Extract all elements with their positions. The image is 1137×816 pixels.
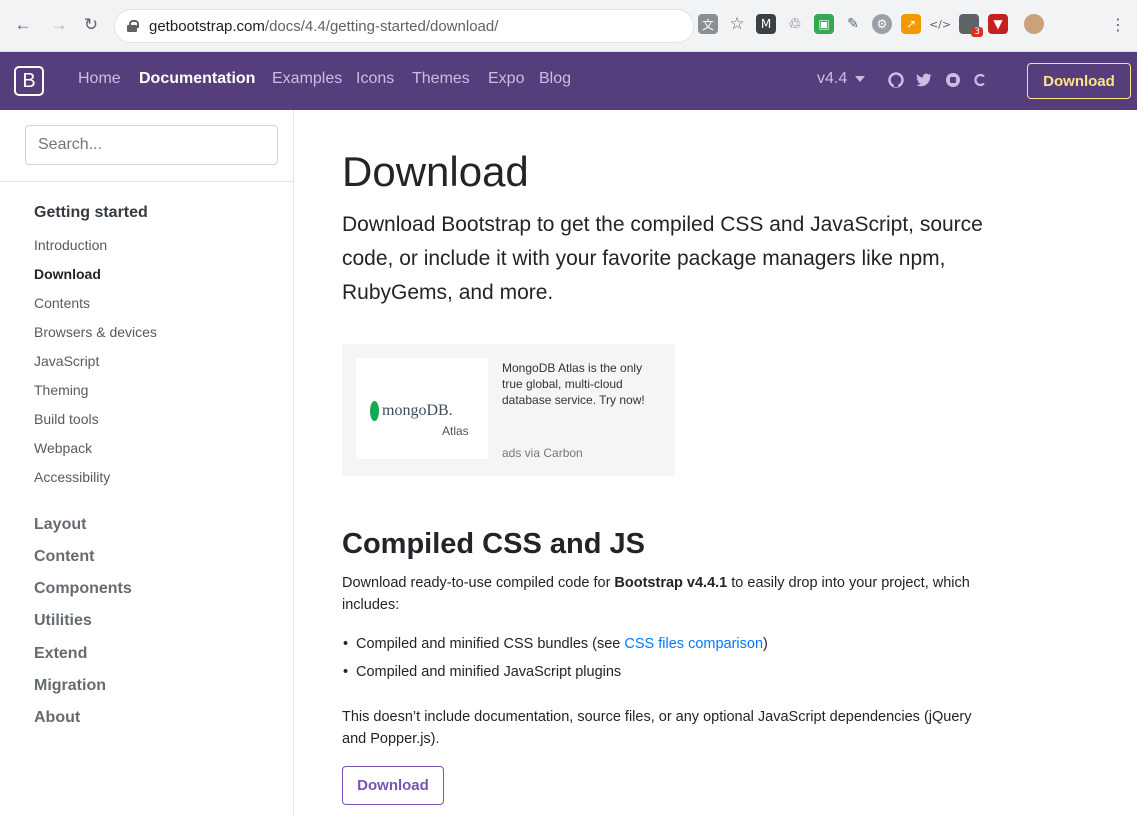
translate-icon[interactable]: 文 xyxy=(698,14,718,34)
mongodb-leaf-icon xyxy=(370,401,379,421)
nav-blog[interactable]: Blog xyxy=(539,70,571,88)
note-paragraph: This doesn’t include documentation, sour… xyxy=(342,709,972,747)
forward-arrow-icon[interactable]: → xyxy=(48,14,70,36)
sidebar-item-theming[interactable]: Theming xyxy=(34,382,88,398)
extension-chart-icon[interactable]: ↗ xyxy=(901,14,921,34)
browser-toolbar: ← → ↻ getbootstrap.com/docs/4.4/getting-… xyxy=(0,0,1137,52)
code-icon[interactable]: </> xyxy=(929,14,951,34)
sidebar-item-utilities[interactable]: Utilities xyxy=(34,612,92,630)
chevron-down-icon xyxy=(855,75,866,82)
sidebar-item-components[interactable]: Components xyxy=(34,580,132,598)
bootstrap-logo[interactable]: B xyxy=(14,66,44,96)
css-files-comparison-link[interactable]: CSS files comparison xyxy=(624,636,763,652)
extension-gear-icon[interactable]: ⚙ xyxy=(872,14,892,34)
ad-via-link[interactable]: ads via Carbon xyxy=(502,446,583,460)
extension-m-icon[interactable]: M xyxy=(756,14,776,34)
version-label: v4.4 xyxy=(817,70,848,87)
intro-version: Bootstrap v4.4.1 xyxy=(614,575,728,591)
pocket-icon[interactable]: ▼ xyxy=(988,14,1008,34)
extension-badge-icon[interactable]: 3 xyxy=(959,14,983,37)
search-input[interactable] xyxy=(25,125,278,165)
recycle-icon[interactable]: ♲ xyxy=(785,14,805,34)
ad-image[interactable]: mongoDB. Atlas xyxy=(356,358,488,459)
reload-icon[interactable]: ↻ xyxy=(80,14,102,36)
nav-expo[interactable]: Expo xyxy=(488,70,524,88)
url-path: /docs/4.4/getting-started/download/ xyxy=(264,17,499,35)
sidebar-item-about[interactable]: About xyxy=(34,709,80,727)
url-host: getbootstrap.com xyxy=(149,17,265,35)
docs-sidebar: Getting started Introduction Download Co… xyxy=(0,110,294,816)
main-content: Download Download Bootstrap to get the c… xyxy=(294,110,1137,816)
sidebar-section-getting-started[interactable]: Getting started xyxy=(34,204,148,222)
version-dropdown[interactable]: v4.4 xyxy=(817,70,866,88)
lead-paragraph: Download Bootstrap to get the compiled C… xyxy=(342,213,983,304)
back-arrow-icon[interactable]: ← xyxy=(12,14,34,36)
lock-icon xyxy=(127,20,139,32)
slack-icon[interactable] xyxy=(945,72,961,88)
site-navbar: B Home Documentation Examples Icons Them… xyxy=(0,52,1137,110)
navbar-download-button[interactable]: Download xyxy=(1027,63,1131,99)
github-icon[interactable] xyxy=(888,72,904,88)
sidebar-item-contents[interactable]: Contents xyxy=(34,295,90,311)
sidebar-item-content[interactable]: Content xyxy=(34,548,94,566)
sidebar-item-introduction[interactable]: Introduction xyxy=(34,237,107,253)
profile-avatar[interactable] xyxy=(1024,14,1044,34)
download-button[interactable]: Download xyxy=(342,766,444,805)
nav-examples[interactable]: Examples xyxy=(272,70,342,88)
nav-icons[interactable]: Icons xyxy=(356,70,394,88)
ad-brand-sub: Atlas xyxy=(442,424,469,438)
search-area xyxy=(0,110,293,182)
sidebar-item-javascript[interactable]: JavaScript xyxy=(34,353,99,369)
ad-text[interactable]: MongoDB Atlas is the only true global, m… xyxy=(502,360,662,408)
section-title: Compiled CSS and JS xyxy=(342,528,645,560)
carbon-ad[interactable]: mongoDB. Atlas MongoDB Atlas is the only… xyxy=(342,344,675,476)
nav-themes[interactable]: Themes xyxy=(412,70,470,88)
nav-home[interactable]: Home xyxy=(78,70,121,88)
intro-text: Download ready-to-use compiled code for xyxy=(342,575,615,591)
sidebar-item-migration[interactable]: Migration xyxy=(34,677,106,695)
extension-green-icon[interactable]: ▣ xyxy=(814,14,834,34)
twitter-icon[interactable] xyxy=(916,72,932,88)
sidebar-item-browsers-devices[interactable]: Browsers & devices xyxy=(34,324,157,340)
sidebar-item-layout[interactable]: Layout xyxy=(34,516,86,534)
sidebar-item-build-tools[interactable]: Build tools xyxy=(34,411,99,427)
intro-paragraph: Download ready-to-use compiled code for … xyxy=(342,572,982,616)
bullet-text-end: ) xyxy=(763,636,768,652)
page-title: Download xyxy=(342,148,529,195)
opencollective-icon[interactable] xyxy=(972,72,988,88)
bullet-text: Compiled and minified CSS bundles (see xyxy=(356,636,625,652)
sidebar-item-extend[interactable]: Extend xyxy=(34,645,87,663)
sidebar-item-webpack[interactable]: Webpack xyxy=(34,440,92,456)
bookmark-star-icon[interactable]: ☆ xyxy=(727,14,747,34)
sidebar-item-accessibility[interactable]: Accessibility xyxy=(34,469,110,485)
ad-brand: mongoDB. xyxy=(382,402,453,419)
eyedropper-icon[interactable]: ✎ xyxy=(843,14,863,34)
extension-badge-count: 3 xyxy=(971,27,983,37)
list-item: Compiled and minified CSS bundles (see C… xyxy=(343,636,768,652)
sidebar-item-download[interactable]: Download xyxy=(34,266,101,282)
address-bar[interactable]: getbootstrap.com/docs/4.4/getting-starte… xyxy=(114,9,694,43)
menu-kebab-icon[interactable]: ⋮ xyxy=(1108,14,1128,34)
list-item: Compiled and minified JavaScript plugins xyxy=(343,664,621,680)
nav-documentation[interactable]: Documentation xyxy=(139,70,255,88)
